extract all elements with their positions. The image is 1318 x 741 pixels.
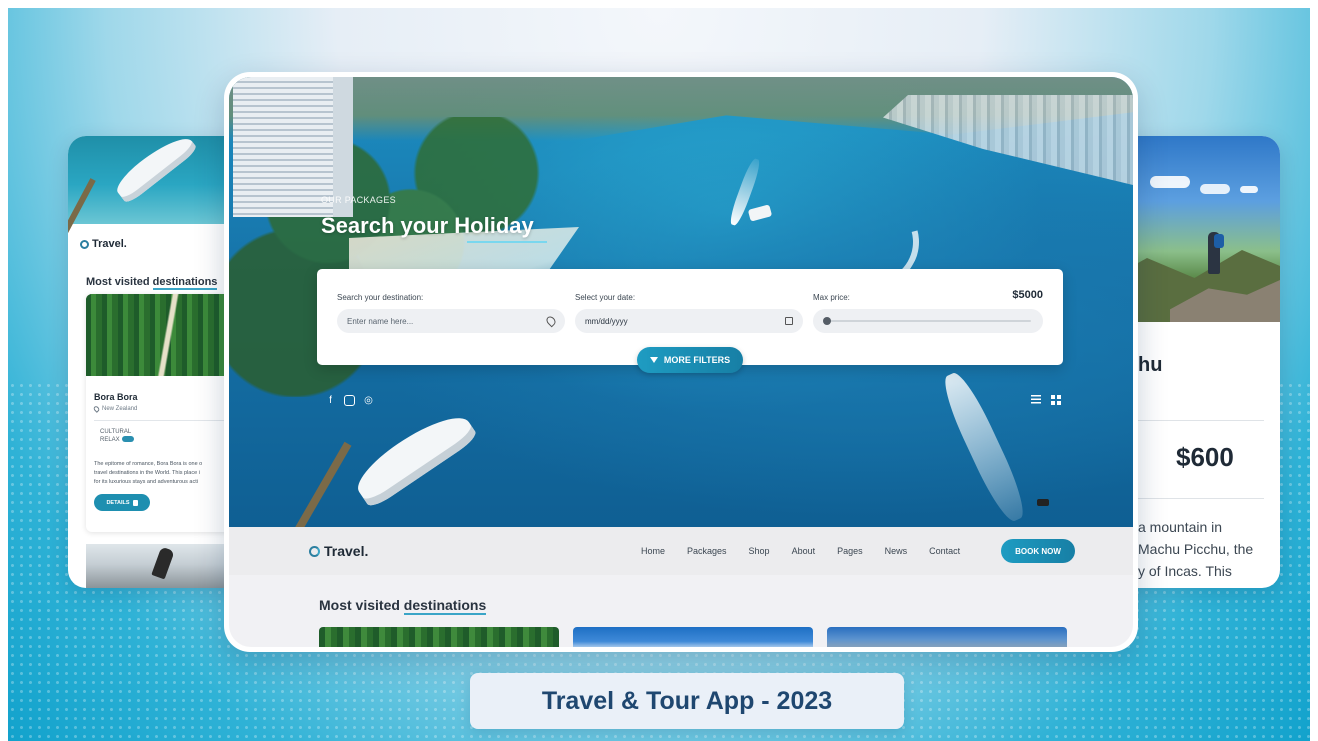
calendar-icon [785,317,793,325]
nav-links: Home Packages Shop About Pages News Cont… [641,546,960,556]
date-value: mm/dd/yyyy [585,316,628,326]
app-title-banner: Travel & Tour App - 2023 [470,673,904,729]
description-line: a mountain in [1138,519,1223,535]
nav-link-pages[interactable]: Pages [837,546,863,556]
tag-badge [121,436,134,443]
description-line: y of Incas. This [1138,563,1232,579]
destination-input[interactable]: Enter name here... [337,309,565,333]
grid-view-icon[interactable] [1051,395,1061,405]
tag-relax: RELAX [100,437,120,443]
destination-placeholder: Enter name here... [347,316,414,326]
nav-link-home[interactable]: Home [641,546,665,556]
nav-link-contact[interactable]: Contact [929,546,960,556]
logo-icon [309,545,320,557]
slider-handle[interactable] [823,317,831,325]
section-title: Most visited destinations [319,597,487,615]
social-links: f ◎ [325,395,374,406]
tag-cultural: CULTURAL [100,429,132,435]
nav-link-packages[interactable]: Packages [687,546,727,556]
filter-icon [649,357,658,363]
max-price-value: $5000 [1012,289,1043,301]
boat-graphic [747,204,773,222]
yacht-graphic [348,404,480,510]
destination-thumbnail[interactable] [827,627,1067,647]
brand-logo[interactable]: Travel. [309,543,368,559]
date-input[interactable]: mm/dd/yyyy [575,309,803,333]
hotel-graphic [233,77,333,217]
hero-title-underline [467,241,547,243]
section-title-prefix: Most visited [319,597,404,613]
cloud-graphic [1150,176,1190,188]
search-panel: Search your destination: Enter name here… [317,269,1063,373]
section-title-highlight: destinations [403,597,487,615]
yacht-graphic [111,136,199,205]
destination-thumbnail[interactable] [573,627,813,647]
hero-eyebrow: OUR PACKAGES [321,195,396,205]
location-pin-icon [92,405,101,413]
right-preview-title: hu [1138,354,1163,376]
left-preview-brand: Travel. [92,238,127,250]
price-slider[interactable] [813,309,1043,333]
nav-link-shop[interactable]: Shop [749,546,770,556]
slider-track-line [827,320,1031,322]
book-now-button[interactable]: BOOK NOW [1001,539,1075,563]
dock-graphic [294,441,352,533]
section-title-prefix: Most visited [86,276,153,288]
trash-icon [132,499,138,506]
logo-icon [80,239,89,249]
cloud-graphic [1200,184,1230,194]
right-preview-description: a mountain in Machu Picchu, the y of Inc… [1138,516,1280,582]
dock-graphic [68,178,96,234]
destination-location: New Zealand [92,405,138,413]
showcase-background: Travel. Most visited destinations Bora B… [8,8,1310,741]
description-line: Machu Picchu, the [1138,541,1254,557]
details-label: DETAILS [106,499,130,506]
nav-link-about[interactable]: About [792,546,816,556]
destination-tags: CULTURAL RELAX [100,428,134,444]
divider [1138,420,1264,421]
main-preview-screen: OUR PACKAGES Search your Holiday Search … [229,77,1133,647]
hero-section: OUR PACKAGES Search your Holiday Search … [229,77,1133,533]
cloud-graphic [1240,186,1258,193]
destination-location-text: New Zealand [102,406,138,412]
top-navigation: Travel. Home Packages Shop About Pages N… [229,527,1133,575]
location-pin-icon [544,314,558,328]
destination-name: Bora Bora [94,392,138,402]
destination-thumbnail[interactable] [319,627,559,647]
details-button[interactable]: DETAILS [94,494,150,511]
left-preview-logo: Travel. [80,238,127,250]
right-preview-price: $600 [1176,442,1234,472]
section-title-highlight: destinations [152,276,218,290]
wake-graphic [936,368,1032,526]
destination-label: Search your destination: [337,293,424,302]
climber-graphic [151,546,175,580]
brand-name: Travel. [324,543,369,559]
main-preview-card: OUR PACKAGES Search your Holiday Search … [224,72,1138,652]
price-label: Max price: [813,293,850,302]
more-filters-button[interactable]: MORE FILTERS [637,347,743,373]
list-view-icon[interactable] [1031,395,1041,404]
facebook-icon[interactable]: f [325,395,336,406]
jetski-graphic [1037,499,1049,506]
more-filters-label: MORE FILTERS [663,355,731,365]
divider [1138,498,1264,499]
nav-link-news[interactable]: News [885,546,908,556]
tripadvisor-icon[interactable]: ◎ [363,395,374,406]
instagram-icon[interactable] [344,395,355,406]
date-label: Select your date: [575,293,636,302]
marina-graphic [883,95,1133,185]
hero-title: Search your Holiday [321,213,534,238]
left-preview-section-title: Most visited destinations [86,276,218,290]
backpack-graphic [1214,234,1224,248]
view-toggle [1031,395,1061,405]
